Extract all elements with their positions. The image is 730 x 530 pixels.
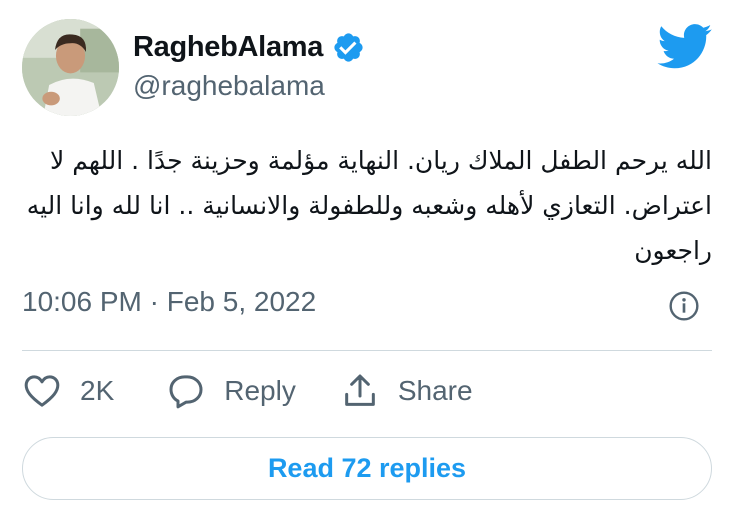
share-upload-icon [345,374,375,406]
verified-badge-icon [332,31,365,64]
like-count: 2K [80,375,115,406]
share-button[interactable]: Share [340,371,473,411]
heart-icon [24,375,60,407]
author-name-row: RaghebAlama [133,27,365,67]
like-button[interactable]: 2K [22,371,114,411]
author-handle[interactable]: @raghebalama [133,70,325,102]
action-bar: 2K Reply Share [22,368,473,414]
twitter-bird-icon[interactable] [657,24,713,70]
divider [22,350,712,351]
reply-label: Reply [224,375,296,406]
info-icon[interactable] [668,290,700,322]
tweet-text: الله يرحم الطفل الملاك ريان. النهاية مؤل… [26,146,712,265]
avatar[interactable] [22,19,119,116]
tweet-card: RaghebAlama @raghebalama الله يرحم الطفل… [0,0,730,530]
reply-button[interactable]: Reply [166,371,296,411]
author-display-name[interactable]: RaghebAlama [133,31,323,64]
avatar-photo [22,19,119,116]
share-label: Share [397,375,473,406]
read-replies-button[interactable]: Read 72 replies [22,437,712,500]
tweet-timestamp[interactable]: 10:06 PM · Feb 5, 2022 [22,286,316,318]
speech-bubble-icon [169,375,203,409]
